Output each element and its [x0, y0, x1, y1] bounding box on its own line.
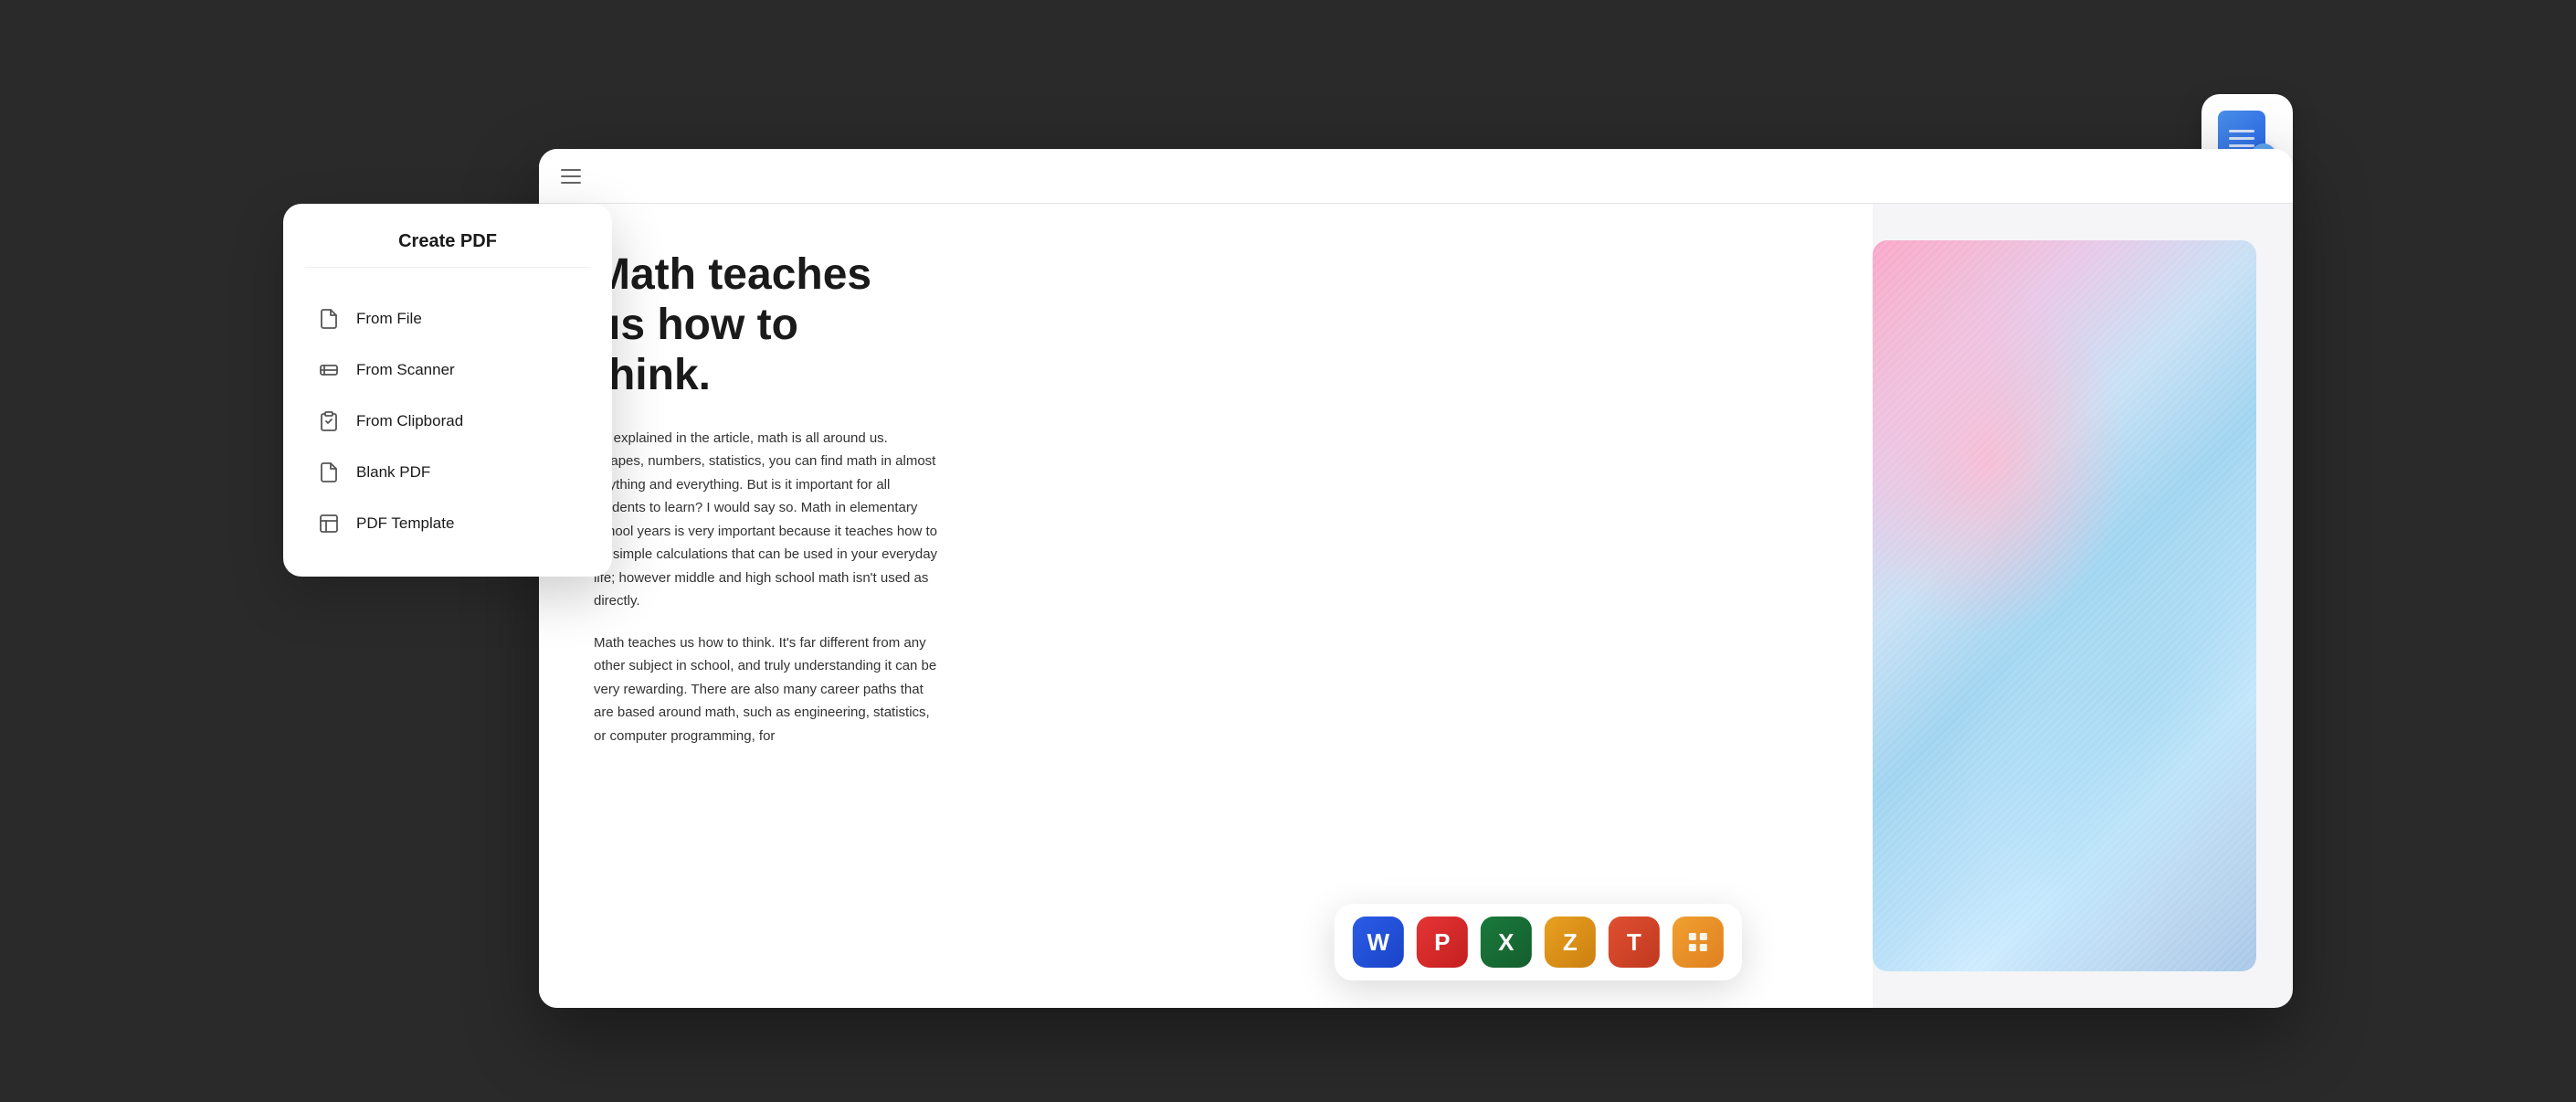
- clipboard-icon: [316, 408, 342, 434]
- article-body: As explained in the article, math is all…: [594, 427, 941, 748]
- browser-window: Math teaches us how to think. As explain…: [539, 149, 2293, 1008]
- article-paragraph-2: Math teaches us how to think. It's far d…: [594, 631, 941, 748]
- hamburger-menu[interactable]: [561, 169, 581, 184]
- excel-app-icon[interactable]: X: [1481, 917, 1532, 968]
- fab-line-3: [2229, 144, 2254, 147]
- article-title: Math teaches us how to think.: [594, 249, 923, 401]
- blank-icon: [316, 460, 342, 485]
- from-scanner-label: From Scanner: [356, 361, 455, 379]
- hamburger-line-1: [561, 169, 581, 171]
- marble-texture: [1873, 240, 2256, 971]
- hamburger-line-2: [561, 175, 581, 177]
- from-file-label: From File: [356, 310, 422, 328]
- browser-toolbar: [539, 149, 2293, 204]
- from-clipboard-label: From Clipborad: [356, 412, 463, 430]
- menu-item-blank-pdf[interactable]: Blank PDF: [305, 447, 590, 498]
- fab-line-2: [2229, 137, 2254, 140]
- content-area: Math teaches us how to think. As explain…: [539, 204, 1873, 1008]
- article-image: [1873, 240, 2256, 971]
- scanner-icon: [316, 357, 342, 383]
- create-pdf-title: Create PDF: [305, 231, 590, 268]
- text-app-icon[interactable]: T: [1609, 917, 1660, 968]
- file-icon: [316, 306, 342, 332]
- menu-item-from-scanner[interactable]: From Scanner: [305, 344, 590, 396]
- scene: + Create PDF From File: [283, 94, 2293, 1008]
- menu-item-from-file[interactable]: From File: [305, 293, 590, 344]
- menu-item-pdf-template[interactable]: PDF Template: [305, 498, 590, 549]
- blank-pdf-label: Blank PDF: [356, 463, 430, 482]
- app-icons-bar: W P X Z T: [1335, 904, 1742, 980]
- hamburger-line-3: [561, 182, 581, 184]
- word-app-icon[interactable]: W: [1353, 917, 1404, 968]
- powerpoint-app-icon[interactable]: P: [1417, 917, 1468, 968]
- zap-app-icon[interactable]: Z: [1545, 917, 1596, 968]
- pdf-template-label: PDF Template: [356, 514, 454, 533]
- menu-item-from-clipboard[interactable]: From Clipborad: [305, 396, 590, 447]
- template-icon: [316, 511, 342, 536]
- create-pdf-panel: Create PDF From File From Scanner: [283, 204, 612, 577]
- fab-line-1: [2229, 130, 2254, 132]
- article-paragraph-1: As explained in the article, math is all…: [594, 427, 941, 613]
- sketch-app-icon[interactable]: [1673, 917, 1724, 968]
- browser-content: Math teaches us how to think. As explain…: [539, 204, 2293, 1008]
